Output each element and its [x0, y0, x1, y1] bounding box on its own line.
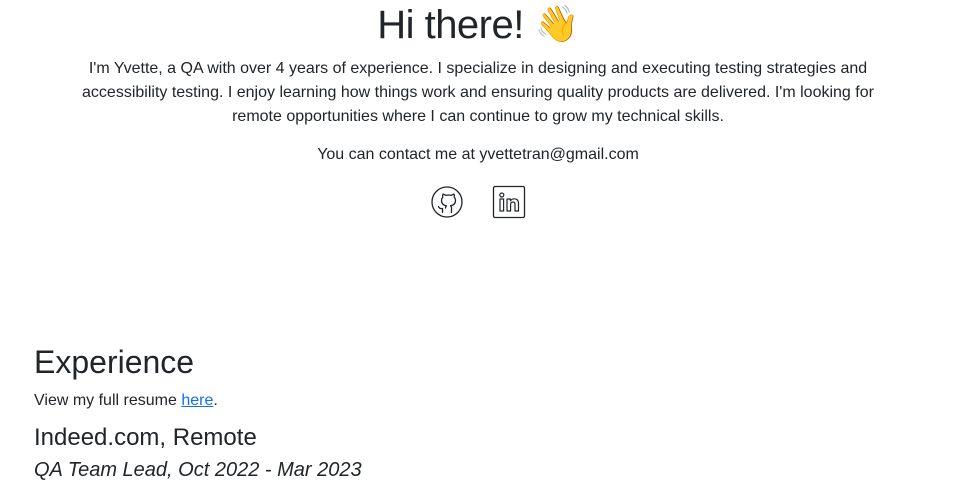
greeting-heading: Hi there! 👋	[0, 0, 956, 49]
social-links	[0, 185, 956, 219]
greeting-text: Hi there!	[377, 3, 524, 47]
contact-text: You can contact me at yvettetran@gmail.c…	[317, 146, 639, 163]
job-company: Indeed.com, Remote	[34, 424, 257, 451]
resume-line: View my full resume here.	[34, 389, 914, 413]
linkedin-link[interactable]	[492, 185, 526, 219]
experience-heading: Experience	[34, 344, 195, 380]
linkedin-icon	[492, 185, 526, 219]
resume-suffix: .	[213, 392, 218, 409]
resume-prefix: View my full resume	[34, 392, 182, 409]
intro-section: Hi there! 👋 I'm Yvette, a QA with over 4…	[0, 0, 956, 219]
job-role: QA Team Lead, Oct 2022 - Mar 2023	[34, 459, 362, 481]
portfolio-page: Hi there! 👋 I'm Yvette, a QA with over 4…	[0, 0, 956, 500]
resume-link[interactable]: here	[181, 392, 213, 409]
github-link[interactable]	[430, 185, 464, 219]
experience-section: Experience View my full resume here. Ind…	[34, 343, 914, 483]
bio-paragraph: I'm Yvette, a QA with over 4 years of ex…	[82, 60, 874, 125]
waving-hand-icon: 👋	[534, 3, 579, 44]
github-icon	[431, 186, 463, 218]
